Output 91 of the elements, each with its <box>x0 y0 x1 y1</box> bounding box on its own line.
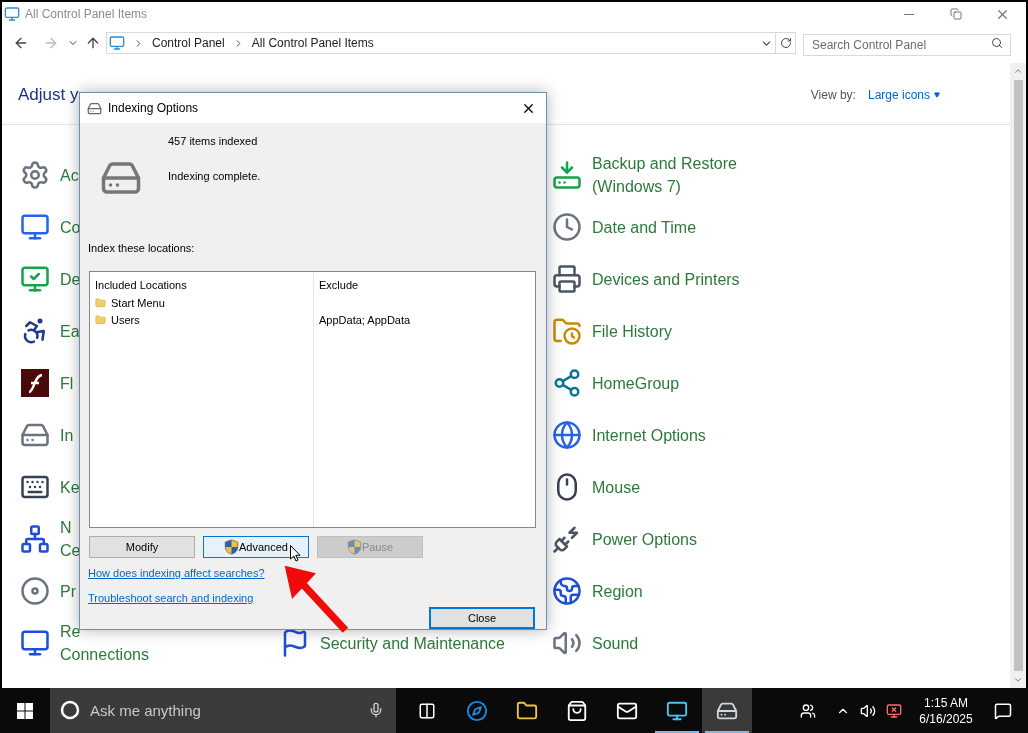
control-panel-link[interactable]: Devices and Printers <box>592 267 740 291</box>
location-name[interactable]: Users <box>111 311 140 329</box>
shield-icon <box>346 539 362 555</box>
refresh-button[interactable] <box>776 32 796 54</box>
items-count: 457 items indexed <box>168 134 259 149</box>
folder-icon <box>516 699 538 722</box>
shopping-bag-icon <box>566 699 588 722</box>
control-panel-link[interactable]: File History <box>592 319 672 343</box>
four-panes-icon <box>17 702 33 719</box>
control-panel-link[interactable]: Sound <box>592 631 639 655</box>
scrollbar[interactable] <box>1010 63 1026 688</box>
window-icon <box>4 6 20 22</box>
gear-icon <box>20 160 50 190</box>
control-panel-link[interactable]: Ea <box>60 319 80 343</box>
task-view-icon <box>418 701 436 720</box>
action-center-icon[interactable] <box>994 701 1012 720</box>
clock-icon <box>552 212 582 242</box>
dialog-title: Indexing Options <box>108 100 199 117</box>
scroll-up-icon[interactable] <box>1013 66 1023 76</box>
folder-icon <box>95 314 106 326</box>
shield-icon <box>224 539 240 555</box>
control-panel-link[interactable]: Ke <box>60 475 80 499</box>
control-panel-link[interactable]: Security and Maintenance <box>320 631 505 655</box>
view-by-dropdown[interactable]: Large icons <box>867 86 940 104</box>
share-nodes-icon <box>552 368 582 398</box>
drive-icon <box>552 160 582 190</box>
search-icon <box>991 37 1003 49</box>
control-panel-link[interactable]: Ac <box>60 163 79 187</box>
control-panel-link[interactable]: Power Options <box>592 527 697 551</box>
disc-icon <box>20 576 50 606</box>
clock-time: 1:15 AM <box>924 694 968 711</box>
control-panel-link[interactable]: Backup and Restore (Windows 7) <box>592 152 737 198</box>
monitor-icon <box>20 212 50 242</box>
network-icon[interactable] <box>886 702 902 719</box>
control-panel-link[interactable]: Mouse <box>592 475 641 499</box>
square-curve-icon <box>20 368 50 398</box>
forward-arrow-icon <box>43 35 59 51</box>
locations-label: Index these locations: <box>88 241 196 256</box>
monitor-icon <box>20 628 50 658</box>
control-panel-link[interactable]: N Ce <box>60 516 81 562</box>
control-panel-link[interactable]: Region <box>592 579 643 603</box>
control-panel-link[interactable]: Date and Time <box>592 215 697 239</box>
control-panel-link[interactable]: In <box>60 423 74 447</box>
compass-icon <box>466 699 488 722</box>
dialog-icon <box>87 100 102 116</box>
view-by-label: View by: <box>810 87 856 104</box>
control-panel-link[interactable]: Internet Options <box>592 423 706 447</box>
monitor-check-icon <box>20 264 50 294</box>
monitor-icon <box>666 699 688 722</box>
dialog-button[interactable]: Modify <box>89 536 195 558</box>
breadcrumb[interactable]: Control Panel <box>152 34 225 52</box>
folder-icon <box>95 297 106 309</box>
scroll-down-icon[interactable] <box>1013 675 1023 685</box>
printer-icon <box>552 264 582 294</box>
dialog-close-text-button[interactable]: Close <box>429 607 535 629</box>
people-icon[interactable] <box>800 702 816 719</box>
window-title: All Control Panel Items <box>25 6 148 23</box>
minimize-icon <box>903 13 914 15</box>
help-link[interactable]: How does indexing affect searches? <box>88 565 265 582</box>
refresh-icon <box>779 37 792 49</box>
clock[interactable]: 1:15 AM 6/16/2025 <box>914 694 978 727</box>
control-panel-link[interactable]: Pr <box>60 579 76 603</box>
column-header[interactable]: Exclude <box>319 276 530 293</box>
microphone-icon[interactable] <box>368 702 384 718</box>
caret-icon <box>934 92 940 98</box>
column-header[interactable]: Included Locations <box>95 276 308 293</box>
excluded-folders: AppData; AppData <box>319 312 411 328</box>
help-link[interactable]: Troubleshoot search and indexing <box>88 589 254 606</box>
address-field[interactable]: Control Panel All Control Panel Items <box>106 32 776 54</box>
control-panel-link[interactable]: De <box>60 267 81 291</box>
location-name[interactable]: Start Menu <box>111 294 165 312</box>
control-panel-icon <box>109 35 125 51</box>
globe-icon <box>552 420 582 450</box>
taskbar-app[interactable] <box>702 688 752 733</box>
control-panel-link[interactable]: Co <box>60 215 81 239</box>
dialog-button[interactable]: Advanced <box>203 536 309 558</box>
indexing-status: Indexing complete. <box>168 168 261 184</box>
control-panel-link[interactable]: Fl <box>60 371 74 395</box>
breadcrumb[interactable]: All Control Panel Items <box>251 34 374 52</box>
ring-icon <box>60 700 80 720</box>
volume-icon[interactable] <box>860 702 876 719</box>
control-panel-link[interactable]: HomeGroup <box>592 371 680 395</box>
clock-date: 6/16/2025 <box>919 710 973 727</box>
folder-clock-icon <box>552 316 582 346</box>
page-heading: Adjust y <box>18 84 79 107</box>
restore-icon <box>949 8 962 20</box>
network-icon <box>20 524 50 554</box>
taskbar-search-field[interactable]: Ask me anything <box>50 688 396 733</box>
cursor-icon <box>290 545 301 562</box>
search-field[interactable]: Search Control Panel <box>803 34 1011 56</box>
globe-icon <box>552 576 582 606</box>
